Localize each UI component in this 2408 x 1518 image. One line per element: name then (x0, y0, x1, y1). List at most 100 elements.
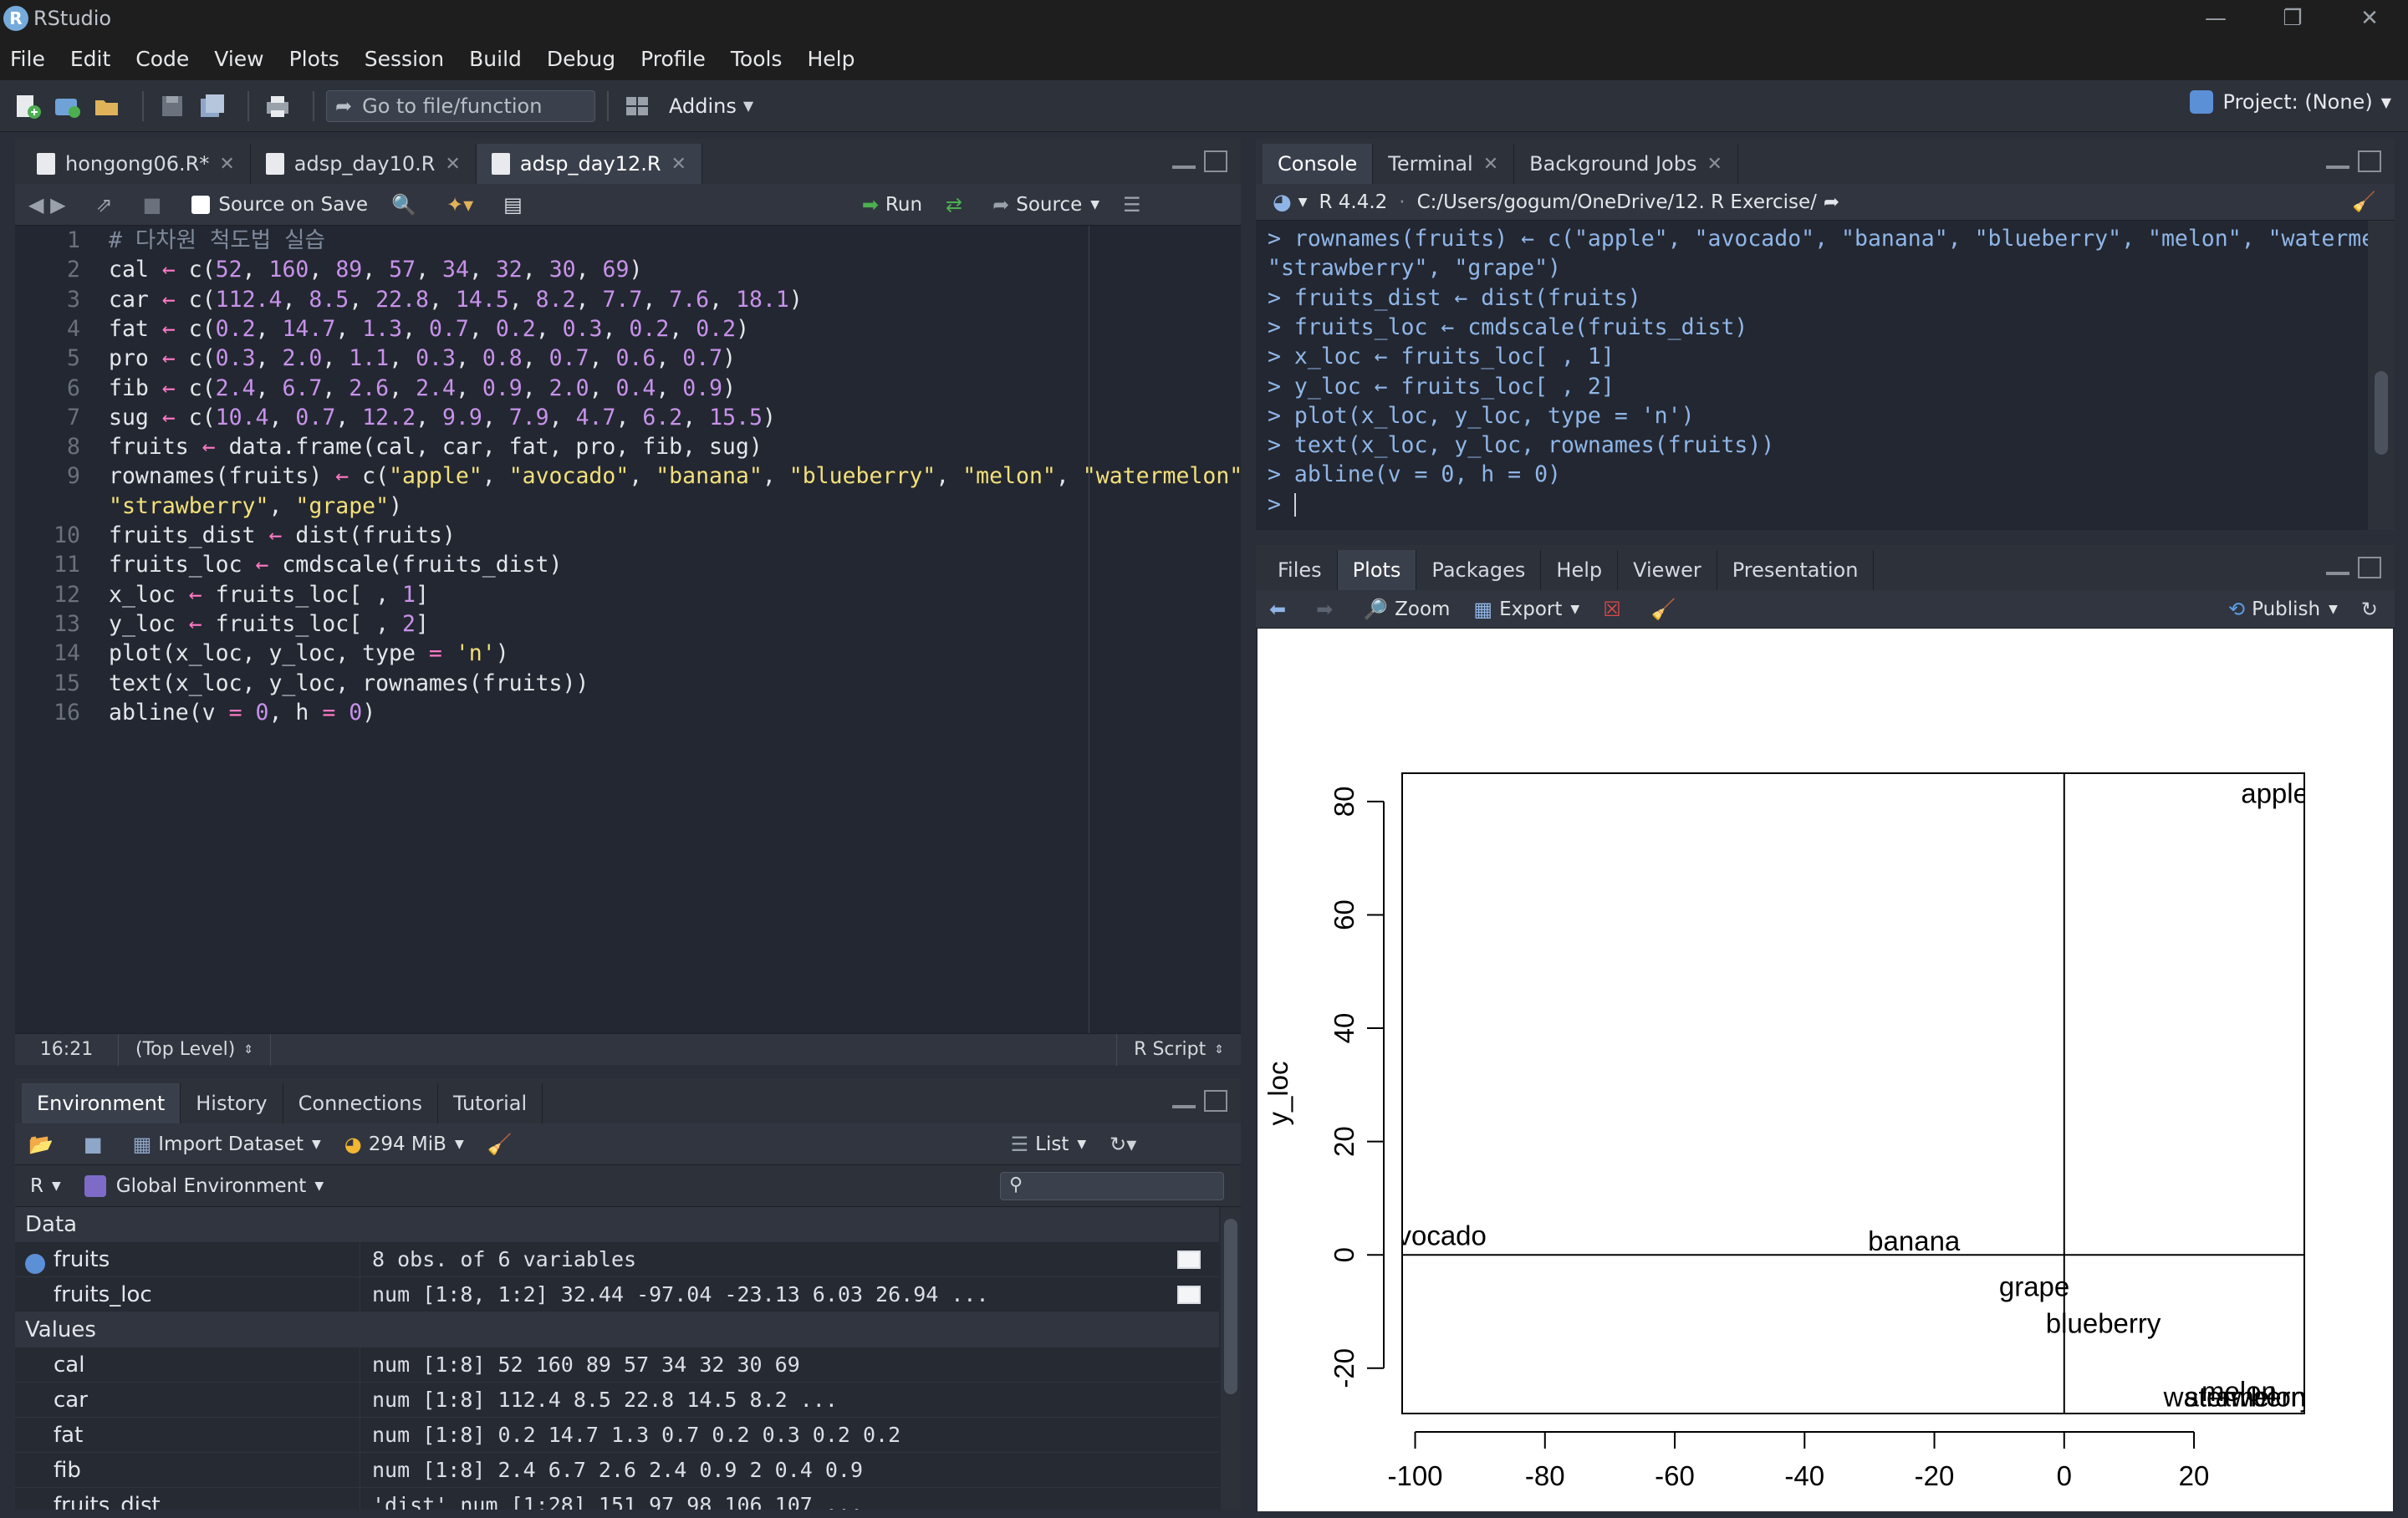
menu-file[interactable]: File (10, 47, 45, 71)
environment-scrollbar[interactable] (1221, 1207, 1241, 1510)
maximize-pane-button[interactable] (1204, 1090, 1227, 1112)
clear-workspace-broom-icon[interactable]: 🧹 (487, 1133, 519, 1156)
source-on-save-checkbox[interactable]: Source on Save (191, 194, 368, 216)
maximize-pane-button[interactable] (1204, 150, 1227, 172)
minimize-pane-button[interactable] (2326, 162, 2349, 169)
tab-files[interactable]: Files (1263, 550, 1338, 590)
menu-debug[interactable]: Debug (547, 47, 615, 71)
zoom-button[interactable]: 🔎 Zoom (1363, 598, 1450, 621)
show-in-window-icon[interactable]: ⇗ (96, 193, 120, 216)
tab-viewer[interactable]: Viewer (1618, 550, 1717, 590)
environment-search-input[interactable]: ⚲ (1000, 1172, 1224, 1200)
menu-help[interactable]: Help (807, 47, 855, 71)
import-dataset-button[interactable]: ▦ Import Dataset ▼ (133, 1133, 321, 1156)
menu-profile[interactable]: Profile (640, 47, 706, 71)
view-mode-dropdown[interactable]: ☰ List ▼ (1011, 1133, 1087, 1156)
close-window-button[interactable]: ✕ (2331, 0, 2408, 37)
document-outline-icon[interactable]: ☰ (1123, 193, 1148, 216)
tab-terminal[interactable]: Terminal ✕ (1373, 144, 1515, 184)
clear-plots-broom-icon[interactable]: 🧹 (1651, 598, 1683, 621)
go-to-file-input[interactable]: ➦ Go to file/function (326, 89, 595, 122)
environment-row[interactable]: fruits 8 obs. of 6 variables (15, 1241, 1219, 1277)
new-project-icon[interactable] (50, 89, 84, 123)
next-plot-icon[interactable]: ➡ (1316, 598, 1339, 621)
chevron-down-icon[interactable]: ▼ (1298, 196, 1308, 209)
environment-row[interactable]: car num [1:8] 112.4 8.5 22.8 14.5 8.2 ... (15, 1382, 1219, 1418)
close-tab-icon[interactable]: ✕ (445, 154, 460, 175)
menu-code[interactable]: Code (135, 47, 189, 71)
environment-row[interactable]: fib num [1:8] 2.4 6.7 2.6 2.4 0.9 2 0.4 0… (15, 1452, 1219, 1488)
tab-console[interactable]: Console (1263, 144, 1374, 184)
save-icon[interactable] (156, 89, 189, 123)
pane-layout-icon[interactable] (620, 89, 654, 123)
tab-presentation[interactable]: Presentation (1717, 550, 1875, 590)
minimize-pane-button[interactable] (1172, 1102, 1196, 1108)
working-directory-path[interactable]: C:/Users/gogum/OneDrive/12. R Exercise/ (1417, 191, 1817, 213)
close-tab-icon[interactable]: ✕ (219, 154, 234, 175)
environment-row[interactable]: fruits_loc num [1:8, 1:2] 32.44 -97.04 -2… (15, 1276, 1219, 1312)
menu-view[interactable]: View (214, 47, 263, 71)
export-button[interactable]: ▦ Export ▼ (1473, 598, 1579, 621)
print-icon[interactable] (261, 89, 294, 123)
maximize-pane-button[interactable] (2358, 150, 2381, 172)
tab-packages[interactable]: Packages (1416, 550, 1542, 590)
menu-build[interactable]: Build (469, 47, 522, 71)
expand-object-icon[interactable] (25, 1253, 45, 1274)
environment-row[interactable]: fat num [1:8] 0.2 14.7 1.3 0.7 0.2 0.3 0.… (15, 1417, 1219, 1453)
scope-selector[interactable]: (Top Level) ⇕ (119, 1033, 272, 1066)
tab-connections[interactable]: Connections (283, 1083, 438, 1123)
save-workspace-icon[interactable]: ■ (84, 1133, 110, 1156)
compile-report-icon[interactable]: ▤ (503, 193, 529, 216)
file-type-selector[interactable]: R Script ⇕ (1116, 1033, 1241, 1066)
load-workspace-icon[interactable]: 📂 (28, 1133, 60, 1156)
maximize-pane-button[interactable] (2358, 557, 2381, 578)
run-button[interactable]: ➡ Run (862, 193, 922, 216)
restore-window-button[interactable]: ❐ (2254, 0, 2331, 37)
open-file-icon[interactable] (90, 89, 124, 123)
language-dropdown[interactable]: R ▼ (30, 1175, 61, 1197)
environment-row[interactable]: cal num [1:8] 52 160 89 57 34 32 30 69 (15, 1347, 1219, 1383)
code-tools-wand-icon[interactable]: ✦▾ (446, 193, 480, 216)
clear-console-broom-icon[interactable]: 🧹 (2352, 191, 2376, 213)
find-replace-icon[interactable]: 🔍 (391, 193, 423, 216)
close-tab-icon[interactable]: ✕ (1483, 154, 1498, 175)
environment-scope-dropdown[interactable]: Global Environment ▼ (84, 1174, 324, 1197)
tab-background-jobs[interactable]: Background Jobs ✕ (1514, 144, 1738, 184)
tab-environment[interactable]: Environment (22, 1083, 181, 1123)
menu-session[interactable]: Session (365, 47, 444, 71)
close-tab-icon[interactable]: ✕ (671, 154, 686, 175)
memory-usage-button[interactable]: ◕ 294 MiB ▼ (344, 1133, 464, 1156)
rerun-icon[interactable]: ⇄ (946, 193, 969, 216)
editor-tab-hongong06[interactable]: hongong06.R* ✕ (22, 144, 251, 184)
editor-tab-adsp-day12[interactable]: adsp_day12.R ✕ (476, 144, 702, 184)
addins-dropdown[interactable]: Addins (669, 94, 737, 118)
code-editor[interactable]: 1 # 다차원 척도법 실습 2 cal ← c(52, 160, 89, 57, 3… (15, 226, 1241, 1033)
environment-row[interactable]: fruits_dist 'dist' num [1:28] 151 97 98 1… (15, 1487, 1219, 1510)
minimize-window-button[interactable]: — (2177, 0, 2254, 37)
back-arrow-icon[interactable]: ◀ ▶ (28, 193, 73, 216)
menu-tools[interactable]: Tools (731, 47, 783, 71)
close-tab-icon[interactable]: ✕ (1707, 154, 1722, 175)
minimize-pane-button[interactable] (1172, 162, 1196, 169)
previous-plot-icon[interactable]: ⬅ (1269, 598, 1293, 621)
tab-tutorial[interactable]: Tutorial (438, 1083, 543, 1123)
source-button[interactable]: ➦ Source ▼ (992, 193, 1099, 216)
console-output[interactable]: > rownames(fruits) ← c("apple", "avocado… (1256, 221, 2368, 530)
tab-history[interactable]: History (181, 1083, 283, 1123)
minimize-pane-button[interactable] (2326, 568, 2349, 575)
tab-help[interactable]: Help (1541, 550, 1619, 590)
go-to-directory-icon[interactable]: ➦ (1824, 191, 1839, 213)
view-data-grid-icon[interactable] (1177, 1250, 1201, 1269)
save-file-icon[interactable]: ■ (143, 193, 169, 216)
editor-tab-adsp-day10[interactable]: adsp_day10.R ✕ (251, 144, 477, 184)
menu-plots[interactable]: Plots (289, 47, 339, 71)
refresh-plot-icon[interactable]: ↻ (2361, 598, 2385, 621)
publish-button[interactable]: ⟲ Publish ▼ (2228, 598, 2338, 621)
view-data-grid-icon[interactable] (1177, 1285, 1201, 1304)
tab-plots[interactable]: Plots (1337, 550, 1417, 590)
refresh-environment-icon[interactable]: ↻▾ (1110, 1133, 1143, 1156)
console-scrollbar[interactable] (2368, 221, 2395, 530)
menu-edit[interactable]: Edit (70, 47, 110, 71)
remove-plot-icon[interactable]: ☒ (1603, 598, 1628, 621)
new-file-icon[interactable] (10, 89, 43, 123)
